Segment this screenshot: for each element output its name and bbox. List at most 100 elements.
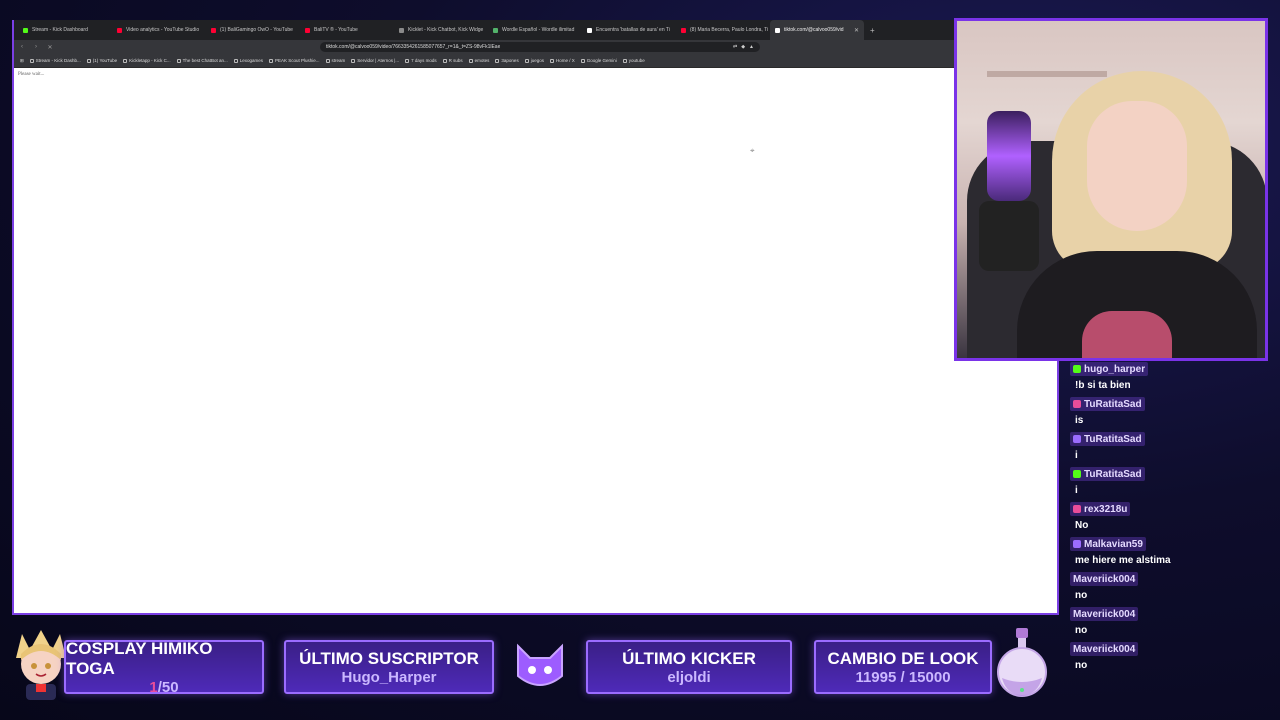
bottom-overlay: COSPLAY HIMIKO TOGA 1/50 ÚLTIMO SUSCRIPT… <box>0 620 1060 710</box>
bookmark-item[interactable]: Google Gemini <box>580 58 617 63</box>
alert-icon[interactable]: ▲ <box>749 44 754 50</box>
chat-message-text: i <box>1075 485 1078 496</box>
new-tab-button[interactable]: + <box>870 26 875 35</box>
translate-icon[interactable]: ⇄ <box>733 44 737 50</box>
cosplay-goal-total: /50 <box>157 678 179 696</box>
user-badge-icon <box>1073 540 1081 548</box>
bookmark-item[interactable]: R subs <box>442 58 463 63</box>
bookmark-item[interactable]: emotes <box>468 58 490 63</box>
last-kicker-panel: ÚLTIMO KICKER eljoldi <box>586 640 792 694</box>
browser-tab[interactable]: Video analytics - YouTube Studio <box>112 20 206 40</box>
bookmark-item[interactable]: The best ChatBot an... <box>176 58 228 63</box>
bookmark-icon <box>86 58 91 63</box>
chat-message-text: No <box>1075 520 1089 531</box>
cat-logo-icon <box>517 643 563 686</box>
browser-tab[interactable]: Stream - Kick Dashboard <box>18 20 112 40</box>
chat-username[interactable]: Maveriick004 <box>1070 572 1139 586</box>
chat-username[interactable]: TuRatitaSad <box>1070 397 1145 411</box>
bookmark-item[interactable]: stream <box>325 58 346 63</box>
forward-icon[interactable]: › <box>32 44 40 50</box>
last-kicker-value: eljoldi <box>667 668 711 686</box>
chat-username[interactable]: rex3218u <box>1070 502 1131 516</box>
mic-arm <box>979 201 1039 271</box>
chat-username-text: TuRatitaSad <box>1084 398 1142 410</box>
chat-username[interactable]: TuRatitaSad <box>1070 467 1145 481</box>
browser-tab[interactable]: BaliTV ® - YouTube <box>300 20 394 40</box>
tab-favicon-icon <box>305 27 310 33</box>
bookmark-item[interactable]: 3apones <box>495 58 519 63</box>
back-icon[interactable]: ‹ <box>18 44 26 50</box>
chat-message: TuRatitaSad i <box>1070 467 1270 499</box>
chat-username[interactable]: TuRatitaSad <box>1070 432 1145 446</box>
bookmark-item[interactable]: PEAK Scout Plushie... <box>268 58 320 63</box>
browser-tab[interactable]: (1) BaliGamingo OwO - YouTube <box>206 20 300 40</box>
chat-message-text: !b si ta bien <box>1075 380 1131 391</box>
bookmark-label: 7 days mods <box>411 58 437 63</box>
bookmark-label: Google Gemini <box>586 58 617 63</box>
chat-username-text: rex3218u <box>1084 503 1128 515</box>
chat-username-text: Maveriick004 <box>1073 608 1136 620</box>
browser-tab[interactable]: Kicklet - Kick Chatbot, Kick Widge <box>394 20 488 40</box>
bookmark-item[interactable]: Lexogames <box>233 58 263 63</box>
chat-username-text: Maveriick004 <box>1073 643 1136 655</box>
chat-username-text: TuRatitaSad <box>1084 433 1142 445</box>
user-badge-icon <box>1073 365 1081 373</box>
bookmark-label: R subs <box>448 58 463 63</box>
bookmark-item[interactable]: Home / X <box>549 58 575 63</box>
bookmark-label: emotes <box>474 58 490 63</box>
apps-icon[interactable]: ⊞ <box>20 58 24 64</box>
bookmark-label: Servidor | Aternos |... <box>357 58 400 63</box>
chat-username[interactable]: hugo_harper <box>1070 362 1149 376</box>
tab-label: (8) Maria Becerra, Paulo Londra, Ti <box>690 27 769 33</box>
tab-favicon-icon <box>211 27 216 33</box>
browser-tab[interactable]: Encuentra 'batallas de aura' en Ti <box>582 20 676 40</box>
bookmark-icon <box>468 58 473 63</box>
chat-message: hugo_harper !b si ta bien <box>1070 362 1270 394</box>
bookmark-item[interactable]: Servidor | Aternos |... <box>351 58 399 63</box>
bookmark-item[interactable]: Stream - Kick Dashb... <box>29 58 81 63</box>
cosplay-goal-title: COSPLAY HIMIKO TOGA <box>66 638 213 678</box>
look-change-title: CAMBIO DE LOOK <box>827 648 979 668</box>
streamer-face <box>1087 101 1187 231</box>
bookmark-icon <box>495 58 500 63</box>
browser-capture: Stream - Kick Dashboard Video analytics -… <box>12 20 1059 615</box>
bookmark-label: stream <box>331 58 346 63</box>
chat-message: Malkavian59 me hiere me alstima <box>1070 537 1270 569</box>
address-bar[interactable]: tiktok.com/@calvoo059/video/766335426158… <box>320 42 760 52</box>
chat-username[interactable]: Maveriick004 <box>1070 642 1139 656</box>
browser-tab[interactable]: Wordle Español - Wordle ilimitad <box>488 20 582 40</box>
bookmark-icon <box>442 58 447 63</box>
webcam-feed <box>954 18 1268 361</box>
stop-icon[interactable]: ✕ <box>46 44 54 51</box>
bookmark-item[interactable]: juegos <box>524 58 544 63</box>
bookmark-item[interactable]: youtube <box>622 58 645 63</box>
chat-username[interactable]: Maveriick004 <box>1070 607 1139 621</box>
user-badge-icon <box>1073 505 1081 513</box>
loading-text: Please wait... <box>18 72 45 77</box>
browser-tab[interactable]: (8) Maria Becerra, Paulo Londra, Ti <box>676 20 770 40</box>
bookmark-item[interactable]: 7 days mods <box>405 58 437 63</box>
address-bar-icons: ⇄ ◆ ▲ <box>733 44 754 50</box>
browser-tab[interactable]: tiktok.com/@calvoo059/vid ✕ <box>770 20 864 40</box>
last-kicker-title: ÚLTIMO KICKER <box>622 648 756 668</box>
extension-icon[interactable]: ◆ <box>741 44 745 50</box>
chat-username[interactable]: Malkavian59 <box>1070 537 1146 551</box>
bookmark-icon <box>549 58 554 63</box>
tab-label: Encuentra 'batallas de aura' en Ti <box>596 27 670 33</box>
shirt-print <box>1082 311 1172 358</box>
bookmark-item[interactable]: (1) YouTube <box>86 58 117 63</box>
bookmark-label: juegos <box>530 58 544 63</box>
tab-bar: Stream - Kick Dashboard Video analytics -… <box>14 20 1057 40</box>
close-icon[interactable]: ✕ <box>854 27 859 34</box>
bookmark-icon <box>29 58 34 63</box>
chat-message-text: i <box>1075 450 1078 461</box>
chat-message: Maveriick004 no <box>1070 572 1270 604</box>
tab-favicon-icon <box>117 27 122 33</box>
tab-label: tiktok.com/@calvoo059/vid <box>784 27 844 33</box>
chat-message: TuRatitaSad is <box>1070 397 1270 429</box>
bookmark-label: Stream - Kick Dashb... <box>35 58 81 63</box>
cosplay-goal-current: 1 <box>149 678 158 696</box>
mouse-cursor-icon: ⌖ <box>750 146 755 155</box>
bookmark-item[interactable]: Kickletapp - Kick C... <box>123 58 171 63</box>
chat-message-text: is <box>1075 415 1084 426</box>
